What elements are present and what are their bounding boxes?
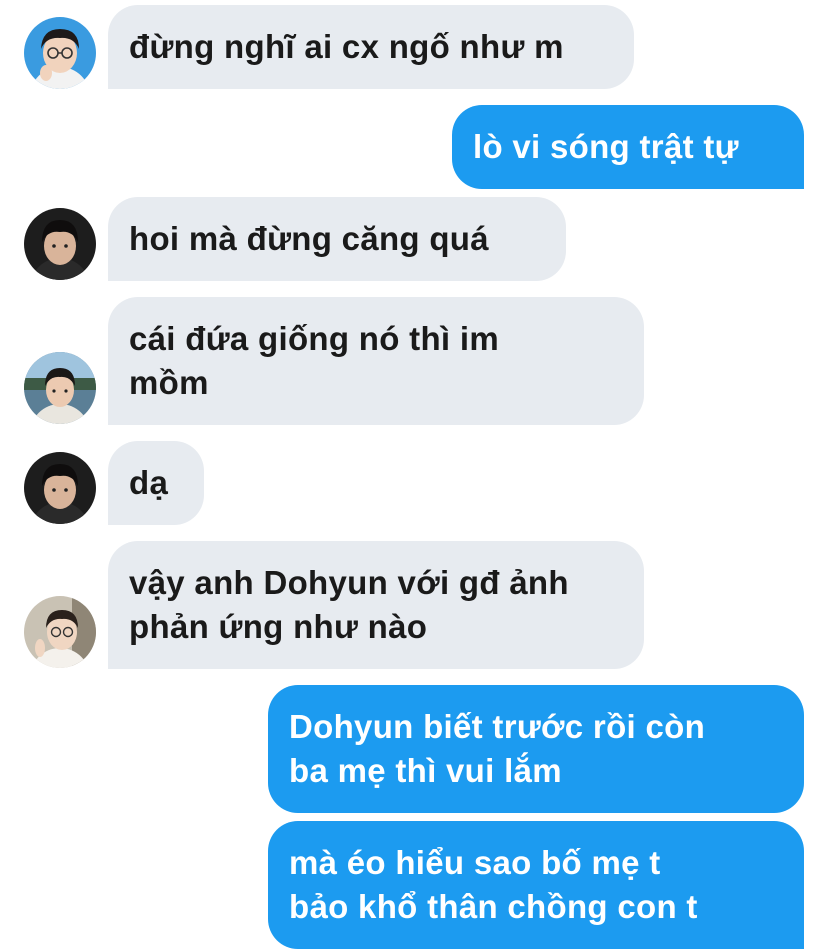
- avatar-outdoor[interactable]: [24, 352, 96, 424]
- message-bubble-outgoing[interactable]: lò vi sóng trật tự: [452, 105, 804, 189]
- avatar-glasses[interactable]: [24, 17, 96, 89]
- avatar-glasses-peace-image: [24, 596, 96, 668]
- message-bubble-outgoing[interactable]: mà éo hiểu sao bố mẹ t bảo khổ thân chồn…: [268, 821, 804, 949]
- avatar-glasses-image: [24, 17, 96, 89]
- avatar-dark-image: [24, 208, 96, 280]
- avatar-dark[interactable]: [24, 208, 96, 280]
- avatar-dark-image: [24, 452, 96, 524]
- message-bubble-incoming[interactable]: hoi mà đừng căng quá: [108, 197, 566, 281]
- message-bubble-outgoing[interactable]: Dohyun biết trước rồi còn ba mẹ thì vui …: [268, 685, 804, 813]
- avatar-outdoor-image: [24, 352, 96, 424]
- message-bubble-incoming[interactable]: vậy anh Dohyun với gđ ảnh phản ứng như n…: [108, 541, 644, 669]
- message-bubble-incoming[interactable]: cái đứa giống nó thì im mồm: [108, 297, 644, 425]
- avatar-glasses-peace[interactable]: [24, 596, 96, 668]
- message-bubble-incoming[interactable]: dạ: [108, 441, 204, 525]
- message-bubble-incoming[interactable]: đừng nghĩ ai cx ngố như m: [108, 5, 634, 89]
- avatar-dark[interactable]: [24, 452, 96, 524]
